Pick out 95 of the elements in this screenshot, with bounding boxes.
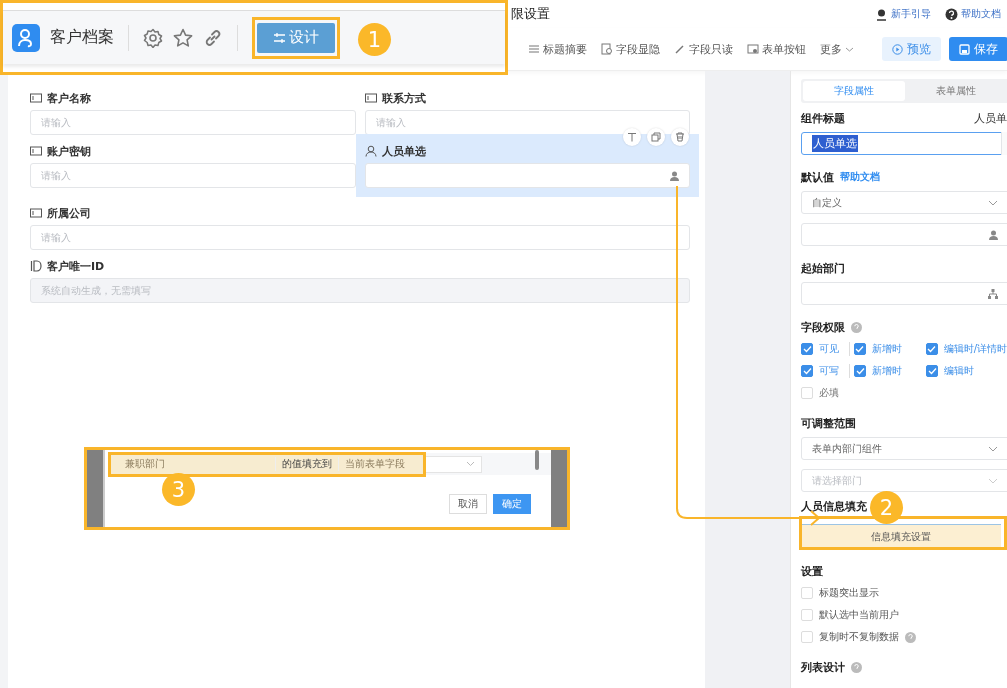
panel-tab[interactable]: 字段属性 [803, 81, 905, 101]
person-input[interactable] [801, 223, 1007, 246]
checkbox-label: 默认选中当前用户 [819, 608, 899, 622]
link-icon[interactable] [203, 27, 223, 48]
field-label: 账户密钥 [47, 143, 91, 159]
help-icon [851, 661, 862, 673]
id-icon [30, 260, 42, 272]
settings-icon[interactable] [143, 27, 163, 48]
save-button[interactable]: 保存 [949, 37, 1007, 61]
section-label: 默认值 [801, 169, 834, 185]
input-field[interactable]: 请输入 [30, 225, 690, 250]
checkbox-label: 可见 [819, 342, 839, 356]
lines-icon [528, 43, 540, 55]
checkbox-label: 标题突出显示 [819, 586, 879, 600]
checkbox-label: 新增时 [872, 364, 902, 378]
checkbox[interactable] [854, 365, 866, 377]
target-field[interactable]: 当前表单字段 [339, 457, 423, 471]
section-label: 组件标题 [801, 110, 845, 126]
toolbar-item[interactable]: 字段只读 [674, 41, 733, 57]
person-icon [364, 145, 377, 157]
chevron-down-icon [988, 477, 998, 484]
checkbox[interactable] [853, 343, 866, 355]
checkbox-label: 编辑时/详情时 [943, 342, 1007, 356]
help-icon [905, 631, 916, 643]
delete-icon[interactable] [671, 128, 689, 146]
step-number: 2 [870, 491, 903, 524]
form-button-icon [747, 43, 759, 55]
fill-settings-button[interactable]: 信息填充设置 [801, 524, 1001, 549]
checkbox[interactable] [801, 365, 813, 377]
department-select[interactable]: 请选择部门 [801, 469, 1007, 492]
play-icon [892, 43, 903, 55]
section-label: 可调整范围 [801, 415, 856, 431]
toolbar-item[interactable]: 标题摘要 [528, 41, 587, 57]
department-input[interactable] [801, 282, 1007, 305]
chevron-down-icon [988, 199, 998, 206]
header-link[interactable]: 新手引导 [875, 7, 931, 21]
checkbox-label: 编辑时 [944, 364, 974, 378]
checkbox-label: 必填 [819, 386, 839, 400]
person-app-icon [12, 23, 40, 52]
help-link[interactable]: 帮助文档 [840, 170, 880, 184]
design-button[interactable]: 设计 [257, 22, 335, 53]
checkbox-label: 可写 [819, 364, 839, 378]
text-field-icon [364, 93, 377, 103]
person-icon [989, 229, 998, 240]
chevron-down-icon [988, 445, 998, 452]
document-icon [601, 43, 613, 55]
section-label: 设置 [801, 563, 823, 579]
section-label: 人员信息填充 [801, 498, 867, 514]
toolbar-item[interactable]: 更多 [820, 41, 854, 57]
section-label: 起始部门 [801, 260, 845, 276]
input-field[interactable]: 请输入 [364, 110, 690, 135]
field-label: 人员单选 [381, 143, 426, 159]
field-label: 客户唯一ID [47, 258, 105, 274]
checkbox[interactable] [801, 343, 813, 355]
header-link[interactable]: 帮助文档 [945, 7, 1001, 21]
preview-button[interactable]: 预览 [882, 37, 941, 61]
text-field-icon [30, 93, 42, 103]
field-label: 客户名称 [47, 90, 91, 106]
toolbar-item[interactable]: 字段显隐 [601, 41, 660, 57]
help-icon [851, 321, 862, 333]
help-icon [945, 7, 958, 21]
field-label: 所属公司 [47, 205, 91, 221]
input-field[interactable]: 请输入 [30, 163, 356, 188]
text-field-icon [30, 208, 42, 218]
org-chart-icon [988, 288, 998, 299]
input-field[interactable]: 请输入 [30, 110, 356, 135]
checkbox-label: 复制时不复制数据 [819, 630, 899, 644]
default-select[interactable]: 自定义 [801, 191, 1007, 214]
toolbar-item[interactable]: 表单按钮 [747, 41, 806, 57]
pencil-icon [674, 43, 686, 55]
field-label: 联系方式 [381, 90, 426, 106]
copy-icon[interactable] [647, 128, 665, 146]
confirm-button[interactable]: 确定 [493, 494, 531, 514]
title-input[interactable]: 人员单选 [801, 132, 1007, 155]
checkbox-label: 新增时 [871, 342, 902, 356]
text-field-icon [30, 146, 42, 156]
scrollbar[interactable] [535, 450, 539, 470]
sliders-icon [273, 31, 286, 44]
app-name: 客户档案 [50, 27, 114, 48]
title-style-icon[interactable] [623, 128, 641, 146]
section-label: 列表设计 [801, 659, 845, 675]
title-preview: 人员单 [974, 110, 1007, 126]
person-icon [670, 170, 679, 181]
range-select[interactable]: 表单内部门组件 [801, 437, 1007, 460]
cancel-button[interactable]: 取消 [449, 494, 487, 514]
panel-tab[interactable]: 表单属性 [905, 81, 1007, 101]
source-field[interactable]: 兼职部门 [111, 457, 275, 471]
page-title: 限设置 [511, 5, 550, 23]
section-label: 字段权限 [801, 319, 845, 335]
input-field[interactable] [364, 163, 690, 188]
checkbox[interactable] [926, 365, 938, 377]
fill-connector-text: 的值填充到 [275, 457, 339, 471]
checkbox[interactable] [925, 343, 938, 355]
star-icon[interactable] [173, 27, 193, 48]
save-icon [959, 43, 970, 55]
